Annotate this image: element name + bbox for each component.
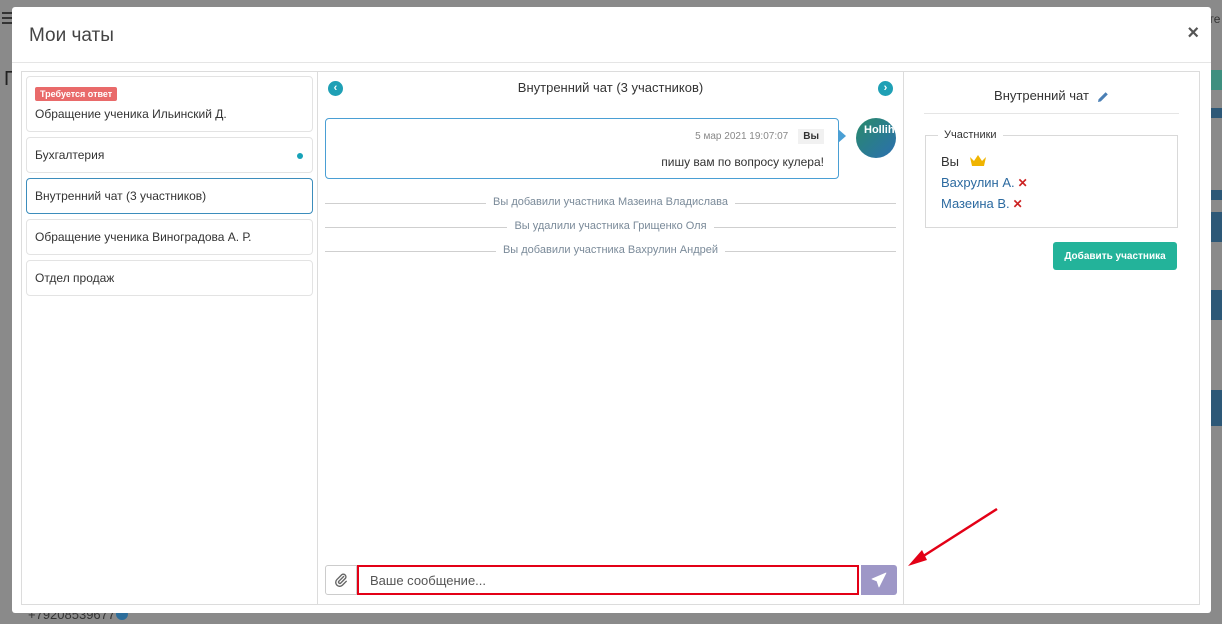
chat-list-item-label: Обращение ученика Ильинский Д. xyxy=(35,107,227,121)
chat-details-title: Внутренний чат xyxy=(924,86,1179,114)
chat-list-item-label: Бухгалтерия xyxy=(35,148,105,162)
chat-list-item[interactable]: Требуется ответ Обращение ученика Ильинс… xyxy=(26,76,313,132)
remove-participant-icon[interactable]: ✕ xyxy=(1013,197,1023,211)
send-button[interactable] xyxy=(861,565,897,595)
message-composer xyxy=(325,565,897,595)
close-icon[interactable]: × xyxy=(1187,23,1199,43)
add-participant-button[interactable]: Добавить участника xyxy=(1053,242,1177,270)
crown-icon xyxy=(970,155,987,166)
chat-list-item[interactable]: Обращение ученика Виноградова А. Р. xyxy=(26,219,313,255)
participant-you: Вы xyxy=(941,154,987,169)
message-timestamp: 5 мар 2021 19:07:07 xyxy=(695,131,789,142)
annotation-arrow-icon xyxy=(908,507,998,566)
participant-name[interactable]: Мазеина В. xyxy=(941,196,1010,211)
system-event: Вы добавили участника Мазеина Владислава xyxy=(325,196,896,210)
system-event-text: Вы добавили участника Мазеина Владислава xyxy=(486,196,735,208)
modal-title: Мои чаты xyxy=(29,25,114,46)
conversation-header: ‹ Внутренний чат (3 участников) › xyxy=(318,72,903,104)
message-text: пишу вам по вопросу кулера! xyxy=(661,155,824,169)
paperclip-icon xyxy=(335,573,347,587)
participant-you-label: Вы xyxy=(941,154,960,169)
participant-item[interactable]: Вахрулин А. ✕ xyxy=(941,175,1028,190)
message-input[interactable] xyxy=(357,565,859,595)
chat-list-item[interactable]: Бухгалтерия xyxy=(26,137,313,173)
chat-list: Требуется ответ Обращение ученика Ильинс… xyxy=(22,72,318,604)
remove-participant-icon[interactable]: ✕ xyxy=(1018,176,1028,190)
participants-box: Участники Вы Вахрулин А. ✕ Мазеина В. ✕ xyxy=(925,129,1178,228)
system-event-text: Вы удалили участника Грищенко Оля xyxy=(507,220,714,232)
chat-panes: Требуется ответ Обращение ученика Ильинс… xyxy=(21,71,1200,605)
conversation-pane: ‹ Внутренний чат (3 участников) › 5 мар … xyxy=(318,72,904,604)
modal-header: Мои чаты × xyxy=(12,7,1211,63)
chevron-right-icon[interactable]: › xyxy=(878,81,893,96)
system-event: Вы добавили участника Вахрулин Андрей xyxy=(325,244,896,258)
chat-list-item-active[interactable]: Внутренний чат (3 участников) xyxy=(26,178,313,214)
chat-name: Внутренний чат xyxy=(994,88,1089,103)
system-event-text: Вы добавили участника Вахрулин Андрей xyxy=(495,244,726,256)
participant-item[interactable]: Мазеина В. ✕ xyxy=(941,196,1023,211)
paper-plane-icon xyxy=(871,572,887,588)
message-meta: 5 мар 2021 19:07:07 Вы xyxy=(695,129,824,144)
pencil-icon[interactable] xyxy=(1097,91,1109,103)
chat-list-item[interactable]: Отдел продаж xyxy=(26,260,313,296)
message-bubble: 5 мар 2021 19:07:07 Вы пишу вам по вопрос… xyxy=(325,118,846,179)
chat-list-item-label: Отдел продаж xyxy=(35,271,115,285)
message-author: Вы xyxy=(798,129,824,144)
needs-reply-badge: Требуется ответ xyxy=(35,87,118,101)
conversation-title: Внутренний чат (3 участников) xyxy=(517,80,704,95)
participant-name[interactable]: Вахрулин А. xyxy=(941,175,1015,190)
chevron-left-icon[interactable]: ‹ xyxy=(328,81,343,96)
chat-list-item-label: Обращение ученика Виноградова А. Р. xyxy=(35,230,252,244)
unread-dot-icon xyxy=(297,153,303,159)
avatar: Hollih xyxy=(856,118,896,158)
attach-button[interactable] xyxy=(325,565,357,595)
chat-list-item-label: Внутренний чат (3 участников) xyxy=(35,189,207,203)
my-chats-modal: Мои чаты × Требуется ответ Обращение уче… xyxy=(12,7,1211,613)
system-event: Вы удалили участника Грищенко Оля xyxy=(325,220,896,234)
participants-legend: Участники xyxy=(938,129,1003,141)
